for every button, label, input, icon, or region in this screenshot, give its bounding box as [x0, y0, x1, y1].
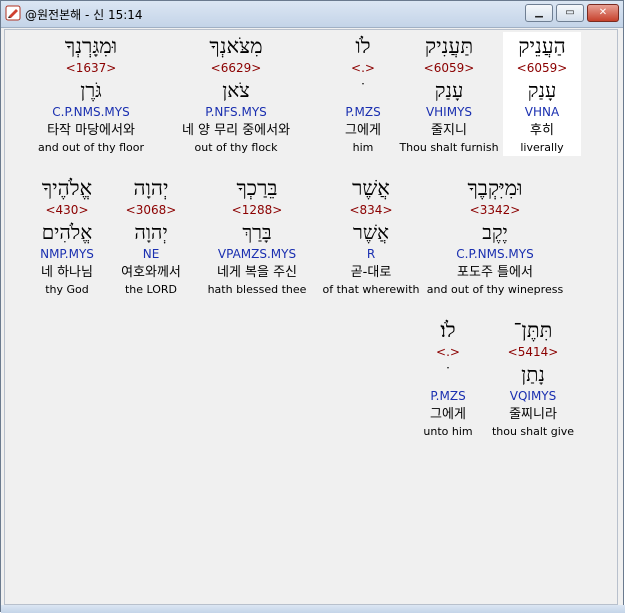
window-title: @원전본해 - 신 15:14 [25, 8, 143, 22]
strong-number: <1637> [65, 61, 117, 75]
korean-gloss: 네 하나님 [41, 265, 93, 280]
korean-gloss: 타작 마당에서와 [47, 123, 135, 138]
lexical-root: אֱלֹהִים [41, 220, 93, 244]
lexical-root: ׂ [373, 361, 523, 388]
interlinear-panel: הַעֲנֵיק <6059> עָנַק VHNA 후히 liverally תַּעֲנ… [4, 29, 618, 605]
english-gloss: thy God [45, 283, 89, 296]
word-cell[interactable]: אֱלֹהֶיךָ <430> אֱלֹהִים NMP.MYS 네 하나님 thy Go… [0, 174, 142, 298]
morphology-code: NMP.MYS [40, 247, 94, 261]
morphology-code: C.P.NMS.MYS [52, 105, 130, 119]
hebrew-word: וּמִגָּרְנְךָ [64, 34, 118, 58]
app-window: @원전본해 - 신 15:14 ▁ ▭ ✕ הַעֲנֵיק <6059> עָנַ… [0, 0, 625, 613]
english-gloss: and out of thy floor [37, 141, 144, 154]
english-gloss: unto him [423, 425, 473, 438]
lexical-root: גֹּרֶן [80, 78, 102, 102]
strong-number: <430> [45, 203, 89, 217]
word-cell[interactable]: וּמִגָּרְנְךָ <1637> גֹּרֶן C.P.NMS.MYS 타작 마… [16, 32, 166, 156]
word-cell[interactable]: לֹו׃ <.>ׂP.MZS 그에게 unto him [373, 316, 523, 440]
strong-number: <.> [436, 345, 460, 359]
app-icon [5, 5, 21, 21]
korean-gloss: 네 양 무리 중에서와 [181, 123, 291, 138]
hebrew-word: מִצֹּאנְךָ [209, 34, 263, 58]
hebrew-word: לֹו׃ [440, 318, 456, 342]
morphology-code: P.NFS.MYS [205, 105, 267, 119]
title-bar[interactable]: @원전본해 - 신 15:14 ▁ ▭ ✕ [1, 1, 623, 28]
hebrew-word: אֱלֹהֶיךָ [41, 176, 93, 200]
maximize-button[interactable]: ▭ [556, 4, 584, 22]
strong-number: <6629> [210, 61, 262, 75]
word-cell[interactable]: מִצֹּאנְךָ <6629> צֹאן P.NFS.MYS 네 양 무리 중에서와… [161, 32, 311, 156]
english-gloss: out of thy flock [194, 141, 278, 154]
close-button[interactable]: ✕ [587, 4, 619, 22]
minimize-button[interactable]: ▁ [525, 4, 553, 22]
window-bottom-border [1, 605, 625, 613]
korean-gloss: 그에게 [430, 407, 466, 422]
morphology-code: P.MZS [430, 389, 466, 403]
lexical-root: צֹאן [222, 78, 250, 102]
